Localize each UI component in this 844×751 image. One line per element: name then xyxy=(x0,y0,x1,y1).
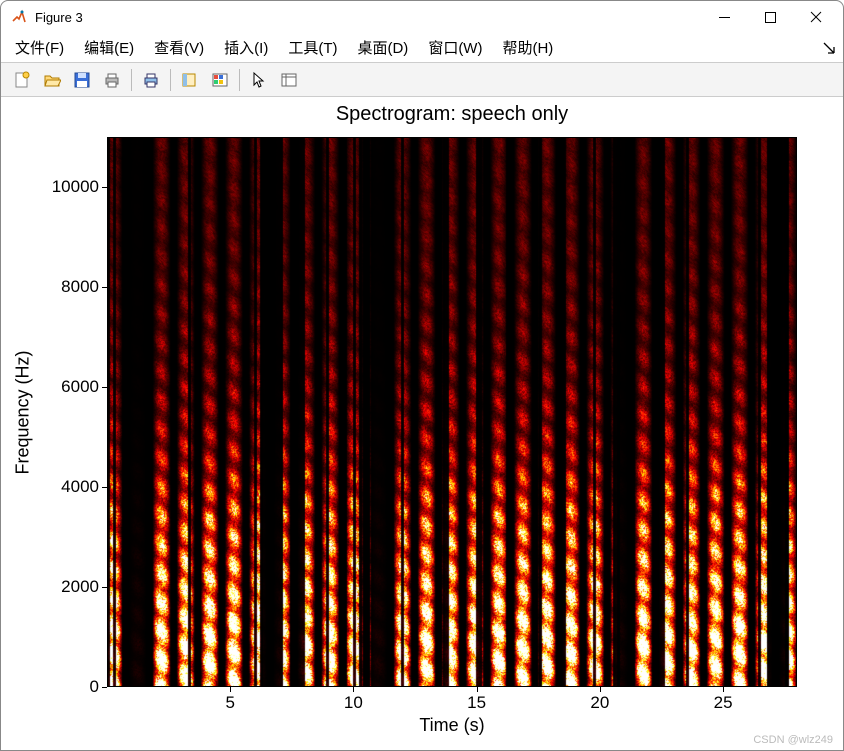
ytick-label: 2000 xyxy=(61,577,107,597)
print-preview-icon[interactable] xyxy=(138,67,164,93)
menu-insert[interactable]: 插入(I) xyxy=(216,35,276,60)
x-axis-label: Time (s) xyxy=(107,715,797,736)
data-cursor-icon[interactable] xyxy=(276,67,302,93)
window-title: Figure 3 xyxy=(33,10,701,25)
toolbar-separator xyxy=(239,69,240,91)
print-icon[interactable] xyxy=(99,67,125,93)
menu-desktop[interactable]: 桌面(D) xyxy=(349,35,416,60)
toolbar-separator xyxy=(170,69,171,91)
titlebar: Figure 3 xyxy=(1,1,843,33)
figure-window: Figure 3 文件(F) 编辑(E) 查看(V) 插入(I) 工具(T) 桌… xyxy=(0,0,844,751)
colorbar-icon[interactable] xyxy=(207,67,233,93)
save-icon[interactable] xyxy=(69,67,95,93)
toolbar xyxy=(1,63,843,97)
matlab-app-icon xyxy=(11,9,27,25)
maximize-button[interactable] xyxy=(747,1,793,33)
menu-tools[interactable]: 工具(T) xyxy=(280,35,345,60)
ytick-label: 8000 xyxy=(61,277,107,297)
menu-help[interactable]: 帮助(H) xyxy=(494,35,561,60)
dock-arrow-icon[interactable] xyxy=(823,41,835,58)
ytick-label: 10000 xyxy=(52,177,107,197)
toolbar-separator xyxy=(131,69,132,91)
new-figure-icon[interactable] xyxy=(9,67,35,93)
close-button[interactable] xyxy=(793,1,839,33)
menubar: 文件(F) 编辑(E) 查看(V) 插入(I) 工具(T) 桌面(D) 窗口(W… xyxy=(1,33,843,63)
menu-window[interactable]: 窗口(W) xyxy=(420,35,490,60)
ytick-label: 6000 xyxy=(61,377,107,397)
ytick-label: 4000 xyxy=(61,477,107,497)
pointer-icon[interactable] xyxy=(246,67,272,93)
menu-file[interactable]: 文件(F) xyxy=(7,35,72,60)
axes[interactable]: 0 2000 4000 6000 8000 10000 5 10 15 20 2… xyxy=(107,137,797,687)
figure-area: Spectrogram: speech only Frequency (Hz) … xyxy=(1,97,843,750)
axes-box xyxy=(107,137,797,687)
plot-title: Spectrogram: speech only xyxy=(107,103,797,126)
link-axes-icon[interactable] xyxy=(177,67,203,93)
menu-view[interactable]: 查看(V) xyxy=(146,35,212,60)
menu-edit[interactable]: 编辑(E) xyxy=(76,35,142,60)
open-icon[interactable] xyxy=(39,67,65,93)
watermark: CSDN @wlz249 xyxy=(753,734,833,746)
minimize-button[interactable] xyxy=(701,1,747,33)
window-controls xyxy=(701,1,839,33)
y-axis-label: Frequency (Hz) xyxy=(13,137,33,687)
